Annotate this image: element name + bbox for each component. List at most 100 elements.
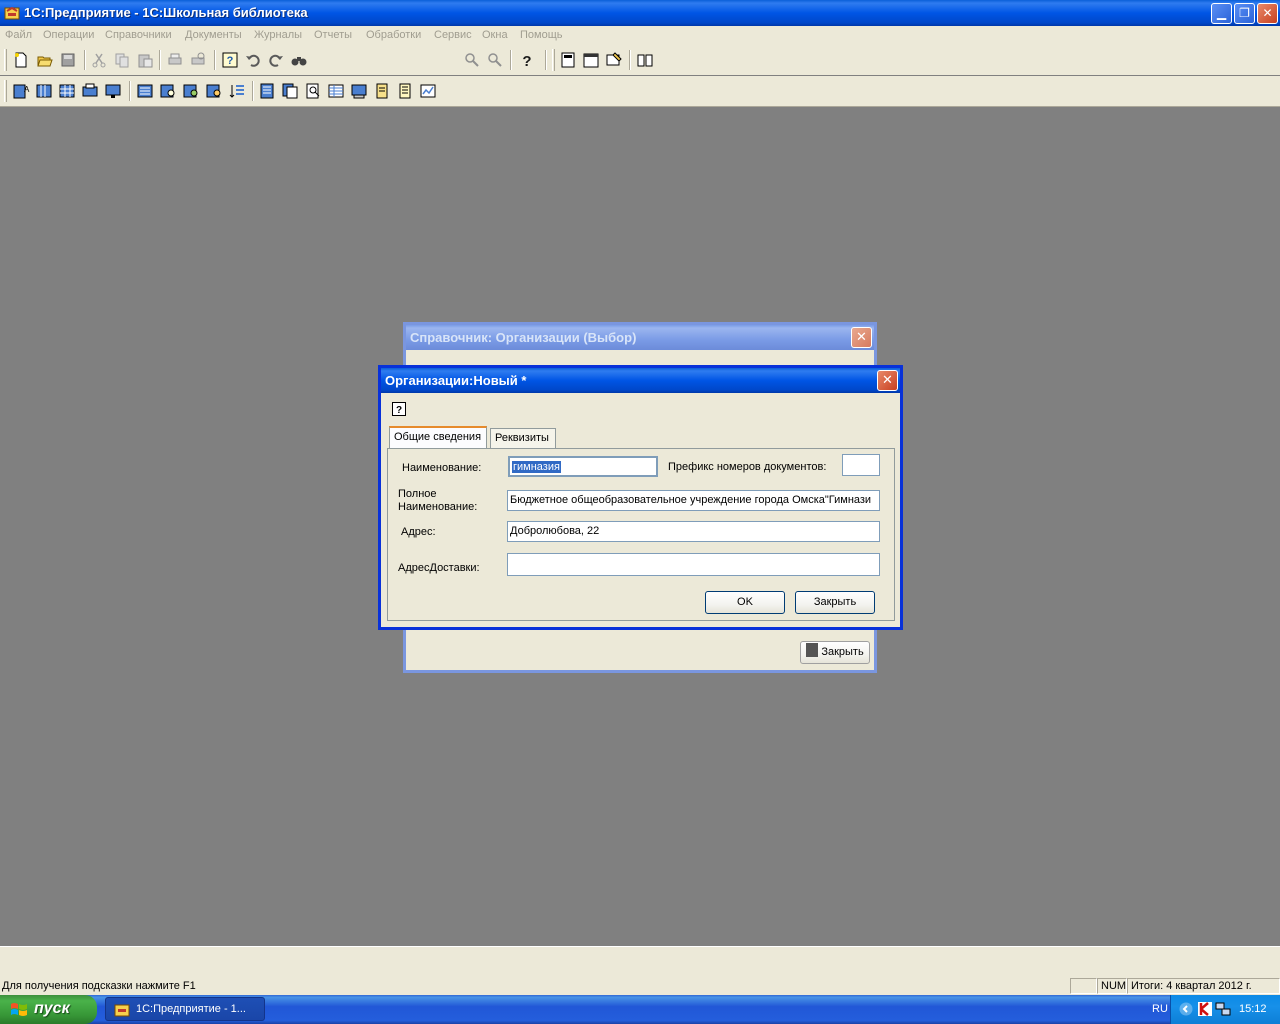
table-icon[interactable] [327, 82, 345, 100]
help-question-icon[interactable]: ? [518, 51, 536, 69]
reference-icon[interactable]: A [12, 82, 30, 100]
register-icon[interactable] [81, 82, 99, 100]
toolbar-separator [629, 50, 631, 70]
menu-documents[interactable]: Документы [185, 29, 242, 41]
minimize-button[interactable]: ▁ [1211, 3, 1232, 24]
menu-file[interactable]: Файл [5, 29, 32, 41]
standard-toolbar: ? ▼ ? M M+ M− [0, 45, 1280, 116]
system-tray: 15:12 [1170, 995, 1280, 1024]
print-icon[interactable] [166, 51, 184, 69]
toolbar-separator [545, 50, 547, 70]
card-icon[interactable] [373, 82, 391, 100]
journal-edit-icon[interactable] [182, 82, 200, 100]
document-list-icon[interactable] [258, 82, 276, 100]
start-label: пуск [34, 1000, 70, 1017]
tray-expand-icon[interactable] [1179, 1002, 1193, 1016]
monitor-icon[interactable] [104, 82, 122, 100]
language-indicator[interactable]: RU [1152, 1003, 1168, 1015]
menu-processing[interactable]: Обработки [366, 29, 421, 41]
network-icon[interactable] [1215, 1001, 1231, 1017]
app-1c-icon [114, 1004, 130, 1017]
taskbar-app-label: 1С:Предприятие - 1... [136, 1003, 246, 1015]
menu-reports[interactable]: Отчеты [314, 29, 352, 41]
journal-search-icon[interactable] [159, 82, 177, 100]
taskbar-app-button[interactable]: 1С:Предприятие - 1... [105, 997, 265, 1021]
delivery-address-field[interactable] [507, 553, 880, 576]
note-icon[interactable] [396, 82, 414, 100]
find-next-icon[interactable] [463, 51, 481, 69]
toolbar-separator [84, 50, 86, 70]
prefix-field[interactable] [842, 454, 880, 476]
organization-new-title: Организации:Новый * [385, 373, 527, 388]
journal-icon[interactable] [136, 82, 154, 100]
full-name-field[interactable]: Бюджетное общеобразовательное учреждение… [507, 490, 880, 511]
app-title: 1С:Предприятие - 1С:Школьная библиотека [24, 5, 308, 20]
windows-flag-icon [11, 1003, 27, 1016]
journal-add-icon[interactable] [205, 82, 223, 100]
status-totals: Итоги: 4 квартал 2012 г. [1127, 978, 1280, 994]
start-button[interactable]: пуск [0, 995, 97, 1024]
book-icon[interactable] [636, 51, 654, 69]
grid-icon[interactable] [58, 82, 76, 100]
paste-icon[interactable] [136, 51, 154, 69]
menu-operations[interactable]: Операции [43, 29, 94, 41]
open-folder-icon[interactable] [36, 51, 54, 69]
undo-icon[interactable] [244, 51, 262, 69]
toolbar-separator [214, 50, 216, 70]
calculator-icon[interactable] [559, 51, 577, 69]
copy-icon[interactable] [113, 51, 131, 69]
svg-text:?: ? [396, 405, 402, 416]
svg-text:?: ? [522, 53, 531, 69]
menu-bar: Файл Операции Справочники Документы Журн… [0, 26, 1280, 45]
properties-icon[interactable] [605, 51, 623, 69]
menu-windows[interactable]: Окна [482, 29, 508, 41]
toolbar-grip[interactable] [552, 49, 555, 71]
toolbar-separator [159, 50, 161, 70]
ok-button[interactable]: OK [705, 591, 785, 614]
toolbar-separator [252, 81, 254, 101]
selection-close-button[interactable]: Закрыть [800, 641, 870, 664]
print-preview-icon[interactable] [189, 51, 207, 69]
help-icon[interactable]: ? [392, 402, 406, 416]
toolbar-separator [510, 50, 512, 70]
tab-general[interactable]: Общие сведения [389, 426, 487, 448]
chart-icon[interactable] [419, 82, 437, 100]
toolbar-grip[interactable] [4, 80, 7, 102]
dialog-close-button[interactable]: Закрыть [795, 591, 875, 614]
restore-icon: ❐ [1239, 6, 1250, 20]
cut-icon[interactable] [90, 51, 108, 69]
main-title-bar: 1С:Предприятие - 1С:Школьная библиотека … [0, 0, 1280, 26]
menu-references[interactable]: Справочники [105, 29, 172, 41]
status-num: NUM [1097, 978, 1127, 994]
calendar-icon[interactable] [582, 51, 600, 69]
name-label: Наименование: [402, 462, 482, 474]
status-cell-empty [1070, 978, 1097, 994]
address-field-value: Добролюбова, 22 [510, 525, 600, 537]
redo-icon[interactable] [267, 51, 285, 69]
help-context-icon[interactable]: ? [221, 51, 239, 69]
restore-button[interactable]: ❐ [1234, 3, 1255, 24]
tab-requisites[interactable]: Реквизиты [490, 428, 556, 448]
toolbar-grip[interactable] [4, 49, 7, 71]
name-field[interactable]: гимназия [508, 456, 658, 477]
find-prev-icon[interactable] [486, 51, 504, 69]
close-button[interactable]: ✕ [851, 327, 872, 348]
address-field[interactable]: Добролюбова, 22 [507, 521, 880, 542]
menu-journals[interactable]: Журналы [254, 29, 302, 41]
close-button[interactable]: ✕ [877, 370, 898, 391]
menu-help[interactable]: Помощь [520, 29, 563, 41]
catalog-icon[interactable] [35, 82, 53, 100]
close-button[interactable]: ✕ [1257, 3, 1278, 24]
save-icon[interactable] [59, 51, 77, 69]
antivirus-icon[interactable] [1197, 1001, 1213, 1017]
find-binoculars-icon[interactable] [290, 51, 308, 69]
sort-list-icon[interactable] [228, 82, 246, 100]
menu-service[interactable]: Сервис [434, 29, 472, 41]
delivery-address-label: АдресДоставки: [398, 562, 480, 574]
toolbar-separator [129, 81, 131, 101]
document-copy-icon[interactable] [281, 82, 299, 100]
new-document-icon[interactable] [12, 51, 30, 69]
document-search-icon[interactable] [304, 82, 322, 100]
report-icon[interactable] [350, 82, 368, 100]
organization-new-title-bar: Организации:Новый * ✕ [381, 368, 900, 393]
